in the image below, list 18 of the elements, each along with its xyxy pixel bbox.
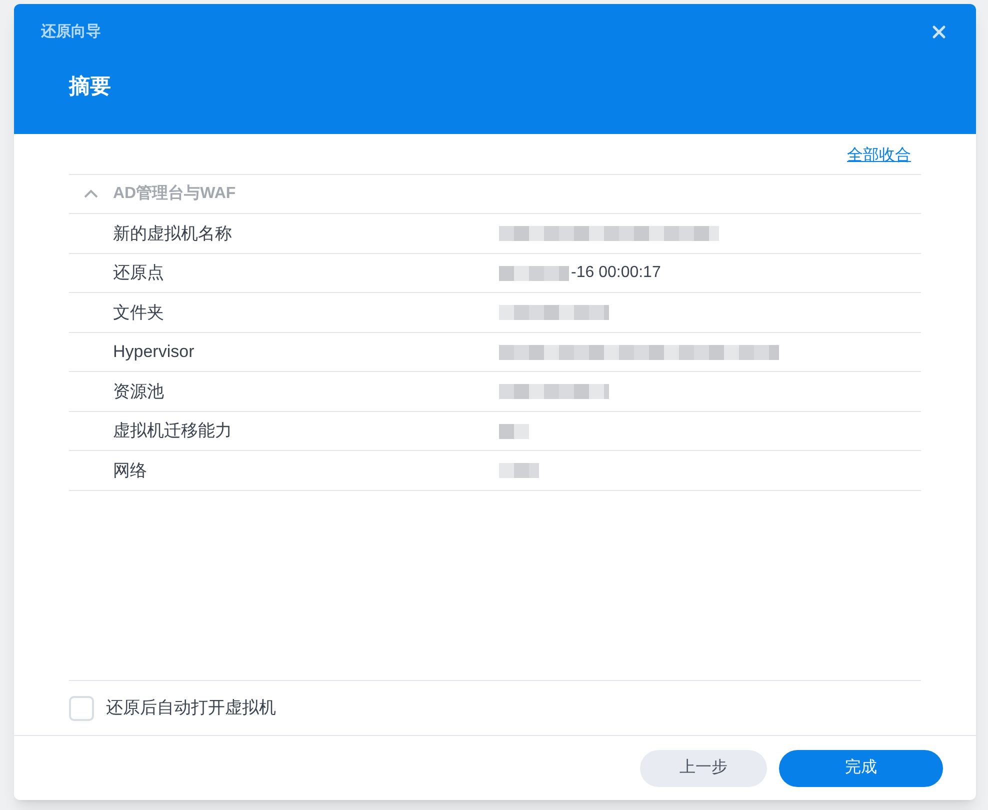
- checkbox-label: 还原后自动打开虚拟机: [106, 697, 276, 720]
- row-label: 新的虚拟机名称: [112, 222, 233, 244]
- checkbox[interactable]: [69, 696, 94, 720]
- back-button[interactable]: 上一步: [640, 750, 767, 786]
- step-heading: 摘要: [69, 74, 111, 98]
- section-title: AD管理台与WAF: [113, 184, 236, 204]
- row-label: 网络: [112, 460, 148, 482]
- row-value: -16 00:00:17: [571, 262, 661, 283]
- row-label: 资源池: [112, 380, 165, 402]
- row-label: 还原点: [112, 262, 165, 284]
- section-header[interactable]: AD管理台与WAF: [69, 175, 921, 214]
- collapse-all-link[interactable]: 全部收合: [847, 144, 911, 168]
- row-label: 虚拟机迁移能力: [112, 420, 233, 442]
- finish-button[interactable]: 完成: [779, 750, 943, 786]
- window-title: 还原向导: [41, 22, 101, 42]
- row-label: Hypervisor: [112, 341, 196, 363]
- row-label: 文件夹: [112, 302, 165, 324]
- close-icon[interactable]: [930, 23, 948, 42]
